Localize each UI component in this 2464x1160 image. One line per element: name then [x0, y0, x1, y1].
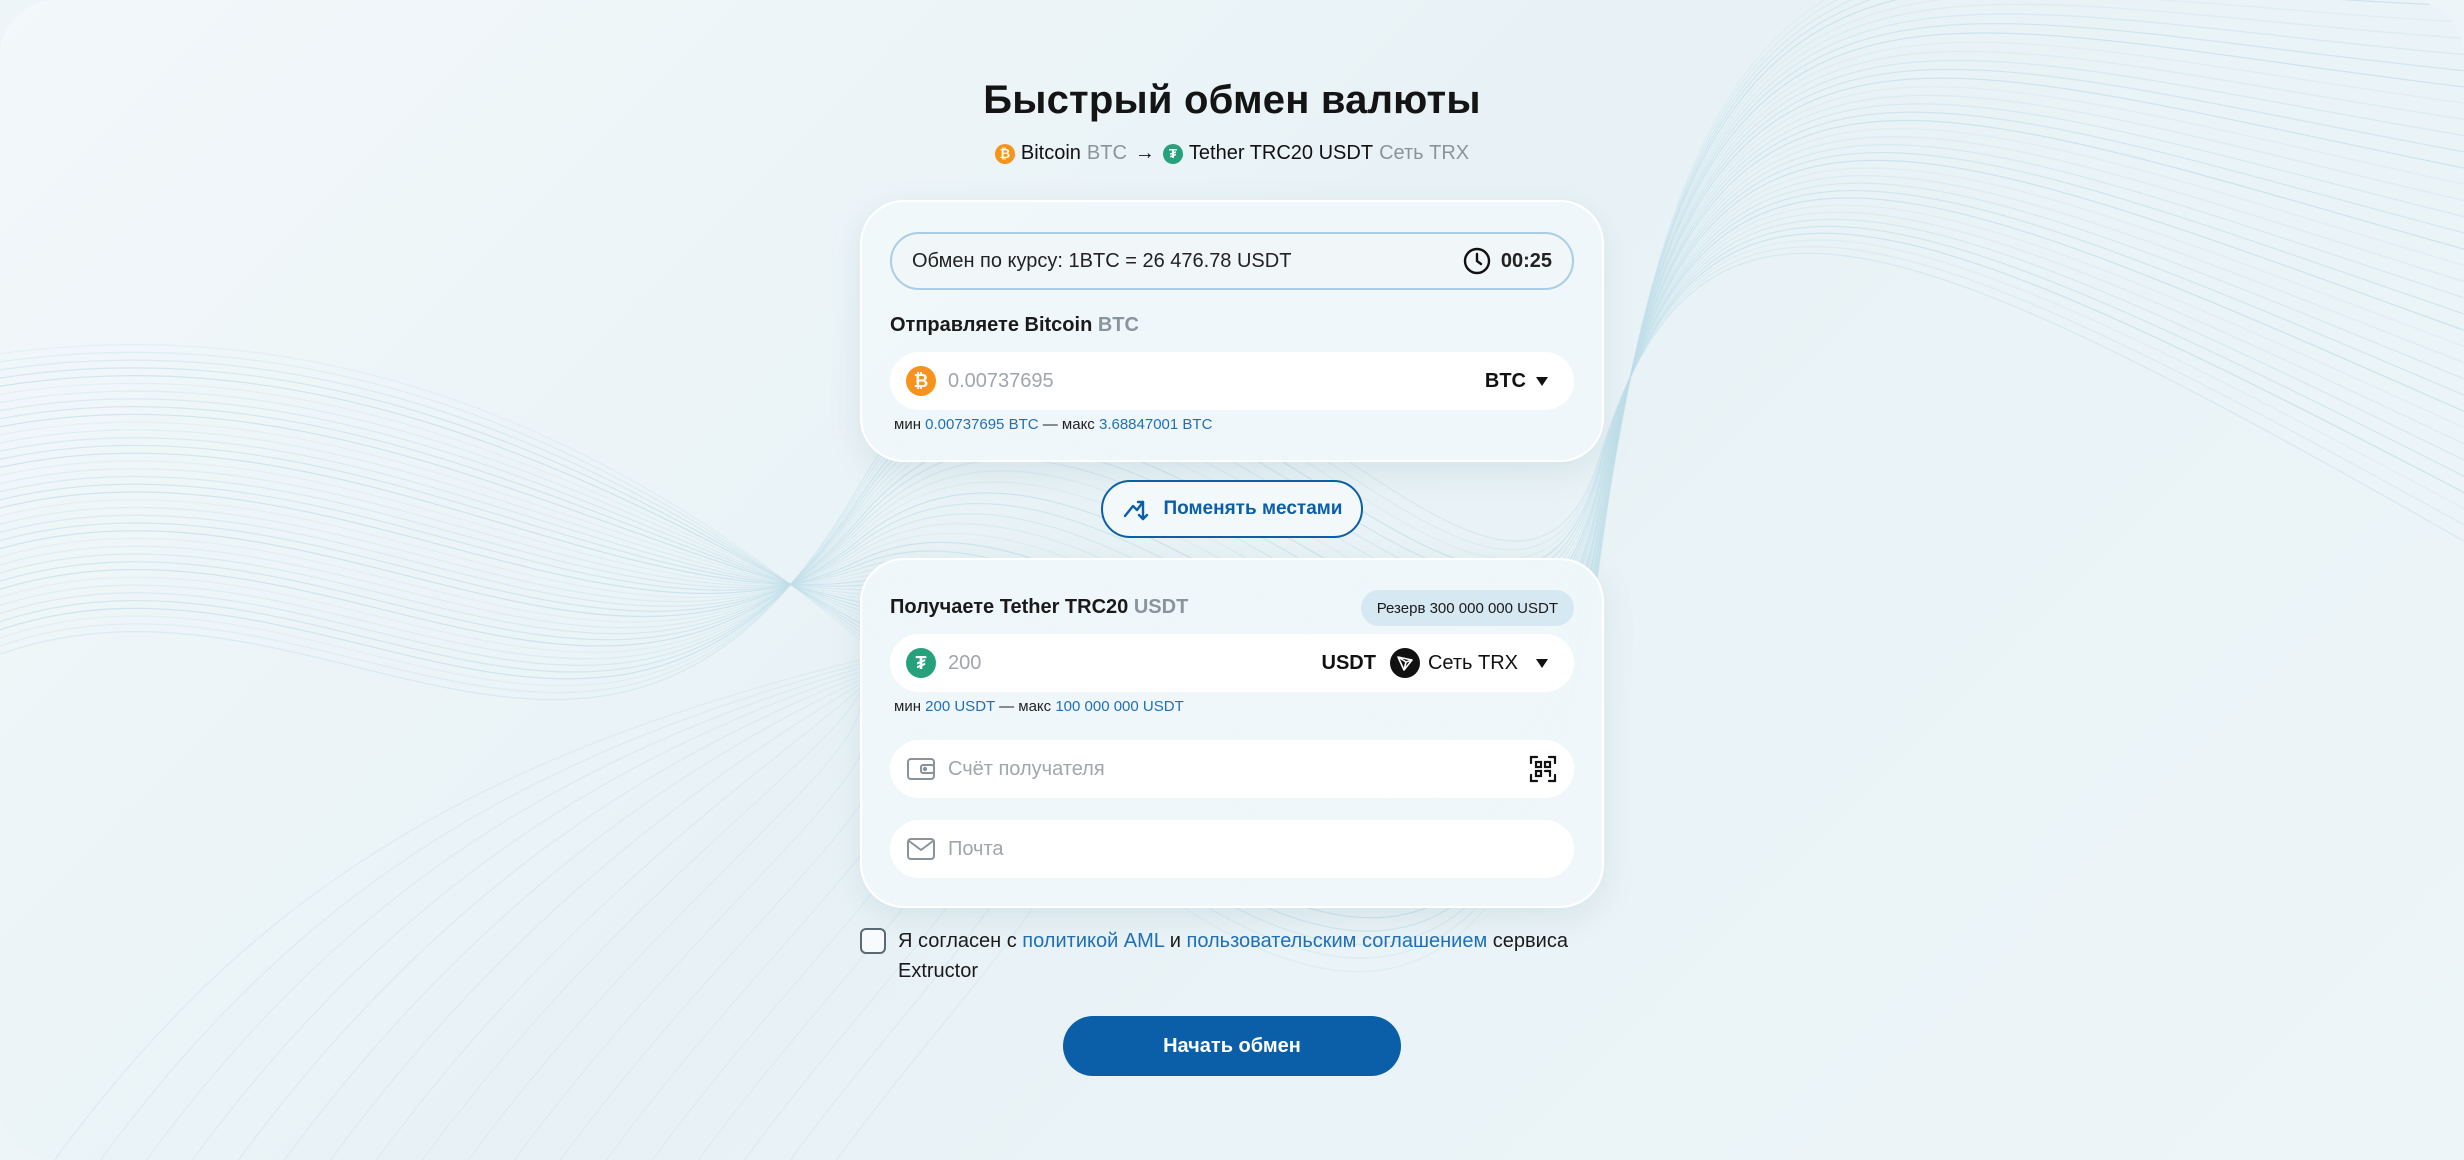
send-currency-label: BTC — [1484, 369, 1526, 392]
recipient-account-field — [890, 740, 1574, 798]
decorative-wave-line — [375, 687, 861, 1160]
route-to-network: Сеть TRX — [1379, 142, 1470, 164]
agreement-row: Я согласен с политикой AML и пользовател… — [860, 926, 1604, 986]
rate-text: Обмен по курсу: 1BTC = 26 476.78 USDT — [912, 249, 1292, 272]
chevron-down-icon — [1536, 658, 1548, 668]
swap-button[interactable]: Поменять местами — [1101, 480, 1363, 538]
decorative-wave-line — [53, 659, 861, 1160]
rate-banner: Обмен по курсу: 1BTC = 26 476.78 USDT 00… — [890, 232, 1574, 290]
tether-icon: ₮ — [1162, 143, 1183, 164]
qr-scan-icon[interactable] — [1528, 754, 1558, 784]
network-label: Сеть TRX — [1427, 651, 1518, 674]
receive-amount-field: ₮ USDT Сеть TRX — [890, 634, 1574, 692]
receive-amount-input[interactable] — [946, 650, 1322, 676]
bitcoin-icon: ₿ — [906, 366, 936, 396]
send-limits: мин 0.00737695 BTC — макс 3.68847001 BTC — [894, 416, 1212, 433]
send-amount-input[interactable] — [946, 368, 1485, 394]
route-from-name: Bitcoin — [1020, 142, 1081, 164]
send-label: Отправляете Bitcoin BTC — [890, 314, 1139, 337]
receive-label-text: Получаете Tether TRC20 — [890, 596, 1129, 618]
aml-policy-link[interactable]: политикой AML — [1022, 930, 1164, 952]
start-exchange-button[interactable]: Начать обмен — [1063, 1016, 1401, 1076]
wallet-icon — [906, 756, 936, 782]
email-field — [890, 820, 1574, 878]
user-agreement-link[interactable]: пользовательским соглашением — [1187, 930, 1488, 952]
reserve-badge: Резерв 300 000 000 USDT — [1360, 590, 1574, 626]
send-currency-select[interactable]: BTC — [1485, 370, 1558, 393]
receive-limits: мин 200 USDT — макс 100 000 000 USDT — [894, 698, 1184, 715]
limits-max-value[interactable]: 3.68847001 BTC — [1099, 416, 1212, 433]
decorative-wave-line — [421, 691, 861, 1160]
limits-min-value[interactable]: 0.00737695 BTC — [925, 416, 1038, 433]
rate-timer: 00:25 — [1463, 247, 1552, 275]
bitcoin-icon: ₿ — [994, 143, 1015, 164]
agreement-and: и — [1169, 930, 1181, 952]
tron-icon — [1389, 648, 1420, 678]
send-card: Обмен по курсу: 1BTC = 26 476.78 USDT 00… — [860, 200, 1604, 462]
send-amount-field: ₿ BTC — [890, 352, 1574, 410]
tether-icon: ₮ — [906, 648, 936, 678]
agreement-text: Я согласен с политикой AML и пользовател… — [898, 926, 1604, 986]
swap-arrows-icon — [1121, 494, 1151, 524]
route-from-ticker: BTC — [1086, 142, 1127, 164]
decorative-wave-line — [145, 667, 861, 1160]
limits-min-prefix: мин — [894, 416, 921, 433]
exchange-route: ₿ Bitcoin BTC → ₮ Tether TRC20 USDT Сеть… — [860, 142, 1604, 165]
receive-card: Получаете Tether TRC20 USDT Резерв 300 0… — [860, 558, 1604, 908]
receive-label-ticker: USDT — [1133, 596, 1189, 618]
clock-icon — [1463, 247, 1491, 275]
swap-button-label: Поменять местами — [1163, 498, 1343, 519]
email-input[interactable] — [946, 836, 1558, 862]
route-arrow: → — [1134, 142, 1155, 164]
decorative-wave-line — [191, 671, 861, 1160]
chevron-down-icon — [1536, 376, 1548, 386]
receive-label: Получаете Tether TRC20 USDT — [890, 596, 1188, 619]
limits-min-prefix: мин — [894, 698, 921, 715]
agreement-checkbox[interactable] — [860, 928, 886, 954]
limits-max-value[interactable]: 100 000 000 USDT — [1055, 698, 1183, 715]
recipient-account-input[interactable] — [946, 756, 1528, 782]
limits-separator: — макс — [1042, 416, 1095, 433]
limits-min-value[interactable]: 200 USDT — [925, 698, 995, 715]
receive-currency-label: USDT — [1321, 651, 1376, 674]
send-label-ticker: BTC — [1097, 314, 1139, 336]
decorative-wave-line — [513, 699, 871, 1160]
limits-separator: — макс — [999, 698, 1052, 715]
agreement-prefix: Я согласен с — [898, 930, 1017, 952]
decorative-wave-line — [283, 679, 861, 1160]
mail-icon — [906, 837, 936, 861]
decorative-wave-line — [99, 663, 861, 1160]
network-select[interactable]: Сеть TRX — [1389, 648, 1558, 678]
route-to-name: Tether TRC20 USDT — [1188, 142, 1374, 164]
page-title: Быстрый обмен валюты — [983, 78, 1481, 122]
timer-value: 00:25 — [1500, 249, 1552, 272]
send-label-text: Отправляете Bitcoin — [890, 314, 1093, 336]
decorative-wave-line — [559, 703, 889, 1160]
